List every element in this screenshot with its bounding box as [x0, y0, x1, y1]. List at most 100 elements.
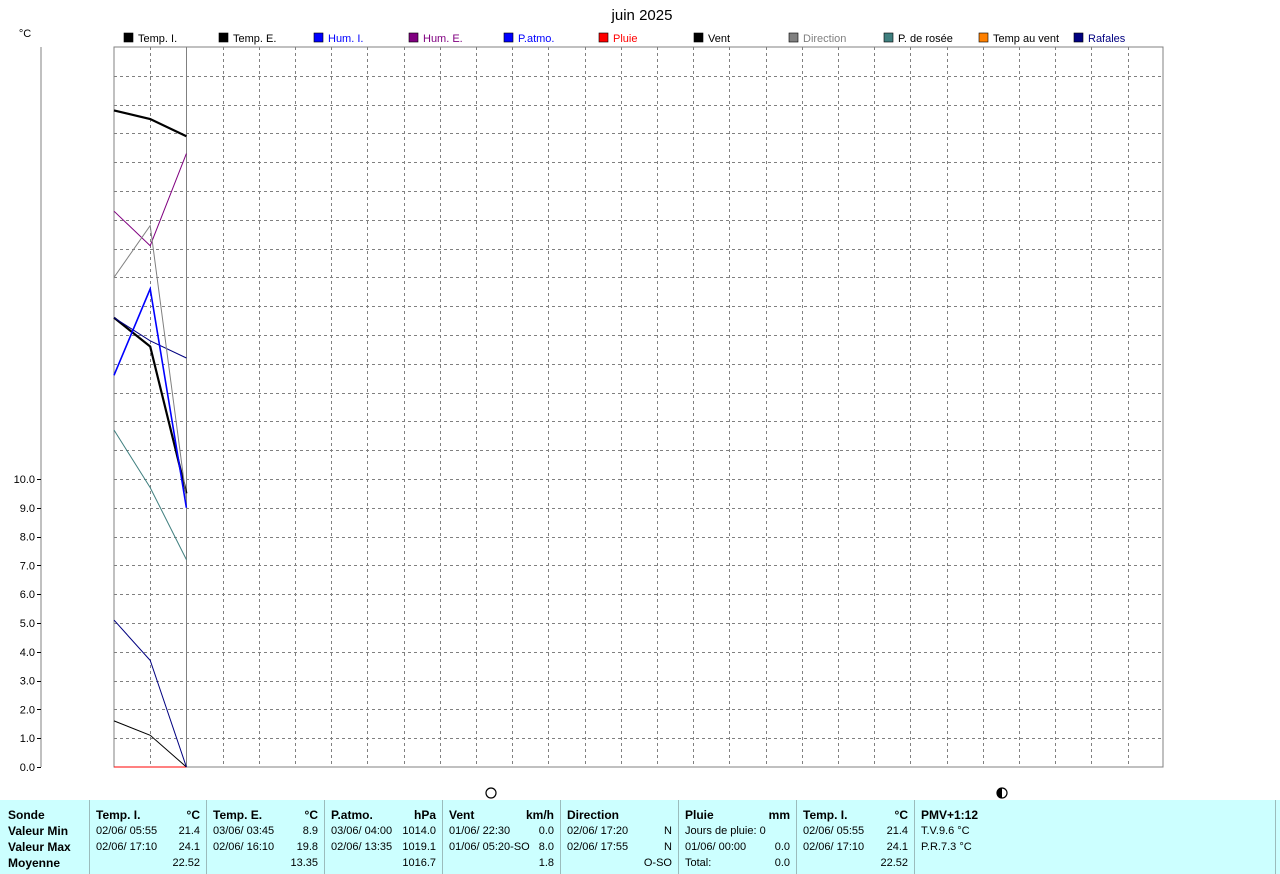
- row-label-max: Valeur Max: [8, 840, 71, 854]
- pmv-title: PMV+1:12: [921, 808, 979, 822]
- series-line-direction: [113, 224, 187, 500]
- summary-col-pmv: PMV+1:12 T.V.9.6 °C P.R.7.3 °C: [914, 800, 1276, 874]
- moon-phases: [485, 787, 1008, 799]
- legend-label: Temp. I.: [138, 33, 177, 45]
- summary-col-temp-i: Temp. I. °C 02/06/ 05:55 21.4 02/06/ 17:10…: [89, 800, 206, 874]
- summary-col-patmo: P.atmo. hPa 03/06/ 04:00 1014.0 02/06/ 13:…: [324, 800, 442, 874]
- col-unit: °C: [894, 808, 908, 822]
- max-value: 0.0: [774, 841, 790, 853]
- min-value: 21.4: [886, 825, 908, 837]
- y-tick-label: 8.0: [20, 532, 35, 544]
- max-date: 01/06/ 05:20-SO: [449, 841, 530, 853]
- min-value: N: [664, 825, 672, 837]
- max-value: 8.0: [538, 841, 554, 853]
- col-title: Temp. I.: [803, 808, 848, 822]
- col-title: P.atmo.: [331, 808, 373, 822]
- legend-label: Rafales: [1088, 33, 1126, 45]
- y-tick-label: 2.0: [20, 704, 35, 716]
- min-date: 02/06/ 17:20: [567, 825, 629, 837]
- legend-swatch: [1073, 32, 1084, 43]
- legend-label: Vent: [708, 33, 730, 45]
- legend-label: Temp au vent: [993, 33, 1059, 45]
- avg-value: 1016.7: [402, 857, 436, 869]
- y-tick-label: 6.0: [20, 589, 35, 601]
- col-unit: °C: [186, 808, 200, 822]
- summary-col-vent: Vent km/h 01/06/ 22:30 0.0 01/06/ 05:20-SO…: [442, 800, 560, 874]
- row-label-avg: Moyenne: [8, 856, 61, 870]
- min-value: 0.0: [538, 825, 554, 837]
- col-title: Pluie: [685, 808, 714, 822]
- legend-swatch: [503, 32, 514, 43]
- y-tick-label: 5.0: [20, 618, 35, 630]
- y-tick-label: 10.0: [14, 474, 35, 486]
- last-quarter-moon-icon: [996, 787, 1008, 799]
- pmv-tv: T.V.9.6 °C: [921, 825, 970, 837]
- new-moon-icon: [485, 787, 497, 799]
- summary-col-temp-e: Temp. E. °C 03/06/ 03:45 8.9 02/06/ 16:10 1…: [206, 800, 324, 874]
- avg-value: O-SO: [643, 857, 672, 869]
- y-tick-label: 9.0: [20, 503, 35, 515]
- avg-value: 13.35: [290, 857, 318, 869]
- max-value: 24.1: [886, 841, 908, 853]
- row-label-min: Valeur Min: [8, 824, 69, 838]
- legend: Temp. I. Temp. E. Hum. I. Hum. E. P.atmo. Plu…: [123, 32, 1126, 45]
- total-value: 0.0: [774, 857, 790, 869]
- avg-value: 22.52: [172, 857, 200, 869]
- min-date: 02/06/ 05:55: [803, 825, 865, 837]
- grid: [40, 46, 1164, 768]
- legend-swatch: [218, 32, 229, 43]
- pmv-pr: P.R.7.3 °C: [921, 841, 972, 853]
- max-value: 1019.1: [402, 841, 436, 853]
- legend-label: Hum. I.: [328, 33, 363, 45]
- max-date: 02/06/ 16:10: [213, 841, 275, 853]
- legend-label: Direction: [803, 33, 846, 45]
- avg-value: 22.52: [880, 857, 908, 869]
- total-label: Total:: [685, 857, 712, 869]
- y-tick-label: 4.0: [20, 647, 35, 659]
- y-axis: 0.0 1.0 2.0 3.0 4.0 5.0 6.0 7.0 8.0 9.0 10.0: [14, 474, 41, 774]
- min-value: 8.9: [302, 825, 318, 837]
- avg-value: 1.8: [538, 857, 554, 869]
- col-title: Direction: [567, 808, 620, 822]
- col-unit: mm: [768, 808, 790, 822]
- y-tick-label: 7.0: [20, 560, 35, 572]
- summary-col-labels: Sonde Valeur Min Valeur Max Moyenne: [0, 800, 89, 874]
- chart-title: juin 2025: [611, 7, 673, 24]
- col-title: Temp. I.: [96, 808, 141, 822]
- rain-days: Jours de pluie: 0: [685, 825, 766, 837]
- legend-swatch: [408, 32, 419, 43]
- plot-frame: [113, 46, 1164, 768]
- legend-label: Temp. E.: [233, 33, 276, 45]
- summary-table: Sonde Valeur Min Valeur Max Moyenne Temp…: [0, 800, 1280, 874]
- min-date: 02/06/ 05:55: [96, 825, 158, 837]
- summary-col-pluie: Pluie mm Jours de pluie: 0 01/06/ 00:00 0.…: [678, 800, 796, 874]
- min-date: 03/06/ 04:00: [331, 825, 393, 837]
- max-date: 02/06/ 13:35: [331, 841, 393, 853]
- y-tick-label: 0.0: [20, 762, 35, 774]
- y-tick-label: 1.0: [20, 733, 35, 745]
- min-date: 03/06/ 03:45: [213, 825, 275, 837]
- max-value: 19.8: [296, 841, 318, 853]
- max-date: 02/06/ 17:55: [567, 841, 629, 853]
- col-unit: km/h: [525, 808, 554, 822]
- legend-swatch: [693, 32, 704, 43]
- col-title: Temp. E.: [213, 808, 263, 822]
- legend-swatch: [883, 32, 894, 43]
- max-date: 02/06/ 17:10: [803, 841, 865, 853]
- legend-swatch: [313, 32, 324, 43]
- max-value: N: [664, 841, 672, 853]
- min-value: 21.4: [178, 825, 200, 837]
- legend-swatch: [598, 32, 609, 43]
- legend-label: P. de rosée: [898, 33, 953, 45]
- legend-label: P.atmo.: [518, 33, 555, 45]
- legend-label: Pluie: [613, 33, 637, 45]
- legend-swatch: [788, 32, 799, 43]
- max-date: 01/06/ 00:00: [685, 841, 747, 853]
- y-tick-label: 3.0: [20, 676, 35, 688]
- col-unit: °C: [304, 808, 318, 822]
- row-label-header: Sonde: [8, 808, 45, 822]
- col-title: Vent: [449, 808, 475, 822]
- legend-swatch: [978, 32, 989, 43]
- min-value: 1014.0: [402, 825, 436, 837]
- legend-label: Hum. E.: [423, 33, 463, 45]
